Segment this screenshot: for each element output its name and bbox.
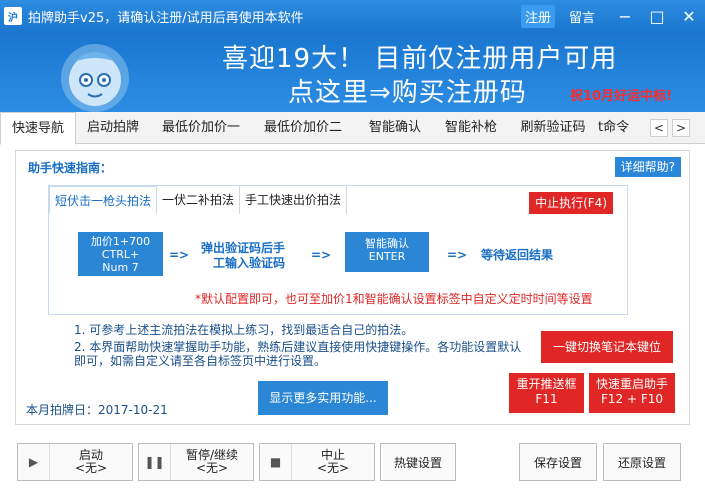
flow-arrow-3: => [447, 248, 468, 262]
banner-note: 祝10月好运中标! [570, 89, 673, 104]
register-link[interactable]: 注册 [520, 4, 555, 28]
restart-push-box-label: 重开推送框 [516, 377, 577, 391]
step-enter-captcha-line2: 工输入验证码 [213, 256, 286, 270]
quick-restart-hotkey: F12 + F10 [600, 392, 664, 406]
step-smart-confirm-line2: ENTER [368, 250, 406, 263]
save-settings-button[interactable]: 保存设置 [519, 443, 597, 481]
tab-lowest-price-2[interactable]: 最低价加价二 [254, 112, 352, 144]
step-enter-captcha: 弹出验证码后手 工输入验证码 [201, 241, 285, 271]
step-add-price-line2: CTRL+ [101, 248, 140, 261]
mascot-icon [61, 44, 129, 112]
quick-restart-label: 快速重启助手 [595, 377, 668, 391]
tab-refresh-captcha[interactable]: 刷新验证码 [512, 112, 594, 144]
step-add-price-line3: Num 7 [102, 261, 139, 274]
tab-smart-confirm[interactable]: 智能确认 [360, 112, 430, 144]
app-icon: 沪 [4, 7, 22, 25]
tip-item: 2. 本界面帮助快速掌握助手功能，熟练后建议直接使用快捷键操作。各功能设置默认即… [74, 340, 522, 368]
play-icon: ▶ [18, 444, 50, 480]
main-tabbar: 快速导航 启动拍牌 最低价加价一 最低价加价二 智能确认 智能补枪 刷新验证码 … [0, 112, 705, 145]
tips-list: 1. 可参考上述主流拍法在模拟上练习，找到最适合自己的拍法。 2. 本界面帮助快… [74, 323, 524, 371]
tab-lowest-price-1[interactable]: 最低价加价一 [152, 112, 250, 144]
close-button[interactable]: ✕ [673, 0, 705, 32]
start-button[interactable]: ▶ 启动 <无> [17, 443, 133, 481]
flow-arrow-2: => [311, 248, 332, 262]
title-bar: 沪 拍牌助手v25，请确认注册/试用后再使用本软件 注册 留言 − □ ✕ [0, 0, 705, 32]
tab-command[interactable]: t命令 [598, 112, 638, 144]
stop-icon: ■ [260, 444, 292, 480]
tab-quick-nav[interactable]: 快速导航 [0, 112, 76, 145]
window-title: 拍牌助手v25，请确认注册/试用后再使用本软件 [28, 10, 304, 26]
guide-title: 助手快速指南： [28, 161, 113, 175]
default-config-hint: *默认配置即可，也可至加价1和智能确认设置标签中自定义定时时间等设置 [195, 292, 593, 306]
banner-buy-link[interactable]: 点这里⇒购买注册码 [288, 72, 527, 109]
stop-execution-button[interactable]: 中止执行(F4) [529, 192, 613, 214]
method-subtabs: 短伏击一枪头拍法 一伏二补拍法 手工快速出价拍法 [49, 186, 348, 214]
show-more-features-button[interactable]: 显示更多实用功能... [258, 381, 388, 415]
tab-smart-refill[interactable]: 智能补枪 [436, 112, 506, 144]
stop-button[interactable]: ■ 中止 <无> [259, 443, 375, 481]
step-smart-confirm-line1: 智能确认 [365, 237, 409, 250]
quick-guide-panel: 助手快速指南： 详细帮助? 短伏击一枪头拍法 一伏二补拍法 手工快速出价拍法 中… [15, 150, 690, 425]
step-enter-captcha-line1: 弹出验证码后手 [201, 241, 286, 255]
subtab-ambush-one-shot[interactable]: 短伏击一枪头拍法 [49, 186, 158, 214]
stop-hotkey: <无> [316, 461, 350, 475]
flow-arrow-1: => [169, 248, 190, 262]
detailed-help-button[interactable]: 详细帮助? [614, 157, 681, 177]
subtab-one-ambush-two-refill[interactable]: 一伏二补拍法 [157, 186, 241, 214]
quick-restart-assistant-button[interactable]: 快速重启助手 F12 + F10 [589, 373, 675, 413]
tip-item: 1. 可参考上述主流拍法在模拟上练习，找到最适合自己的拍法。 [74, 323, 414, 337]
restart-push-box-button[interactable]: 重开推送框 F11 [509, 373, 584, 413]
title-bar-controls: 注册 留言 − □ ✕ [520, 0, 705, 32]
step-wait-result: 等待返回结果 [481, 248, 554, 262]
tab-next-arrow[interactable]: > [672, 119, 690, 137]
minimize-button[interactable]: − [609, 0, 641, 32]
tab-start-bidding[interactable]: 启动拍牌 [78, 112, 148, 144]
switch-notebook-keys-button[interactable]: 一键切换笔记本键位 [541, 331, 673, 363]
maximize-button[interactable]: □ [641, 0, 673, 32]
step-smart-confirm: 智能确认 ENTER [345, 232, 429, 272]
pause-icon: ❚❚ [139, 444, 171, 480]
method-panel: 短伏击一枪头拍法 一伏二补拍法 手工快速出价拍法 中止执行(F4) 加价1+70… [48, 185, 628, 315]
hotkey-settings-button[interactable]: 热键设置 [380, 443, 456, 481]
step-add-price: 加价1+700 CTRL+ Num 7 [78, 232, 163, 276]
promo-banner[interactable]: 喜迎19大！ 目前仅注册用户可用 点这里⇒购买注册码 祝10月好运中标! [0, 32, 705, 112]
message-link[interactable]: 留言 [569, 7, 595, 26]
restore-settings-button[interactable]: 还原设置 [603, 443, 681, 481]
pause-resume-button[interactable]: ❚❚ 暂停/继续 <无> [138, 443, 254, 481]
pause-hotkey: <无> [195, 461, 229, 475]
banner-headline[interactable]: 喜迎19大！ 目前仅注册用户可用 [222, 38, 617, 75]
bidding-date: 本月拍牌日：2017-10-21 [26, 403, 168, 417]
start-hotkey: <无> [74, 461, 108, 475]
restart-push-box-hotkey: F11 [535, 392, 558, 406]
subtab-manual-fast-bid[interactable]: 手工快速出价拍法 [240, 186, 348, 214]
tab-prev-arrow[interactable]: < [650, 119, 668, 137]
step-add-price-line1: 加价1+700 [90, 235, 151, 248]
